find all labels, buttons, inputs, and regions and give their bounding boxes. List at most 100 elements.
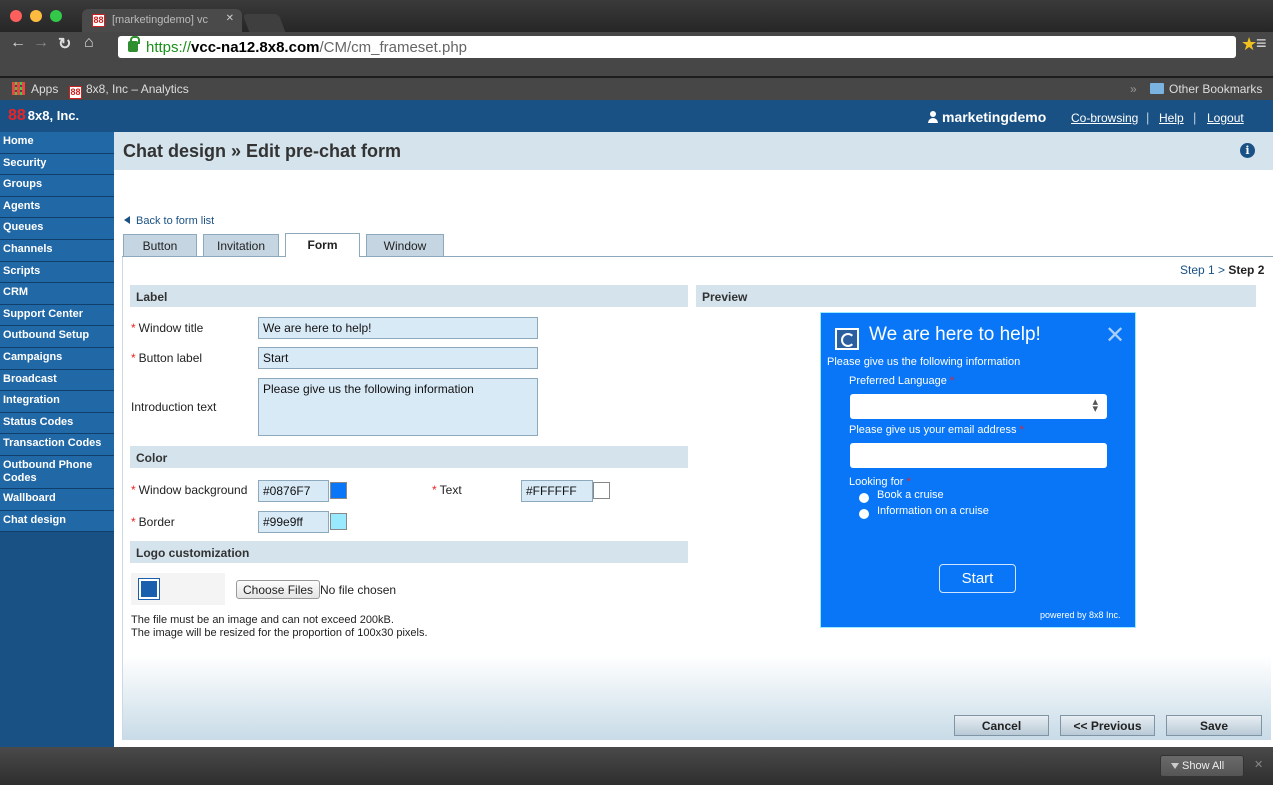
border-color-input[interactable]: #99e9ff — [258, 511, 329, 533]
text-color-swatch[interactable] — [593, 482, 610, 499]
sidebar-item-broadcast[interactable]: Broadcast — [0, 369, 114, 392]
radio-information-cruise — [859, 509, 869, 519]
bookmark-apps[interactable]: Apps — [12, 82, 58, 96]
select-arrows-icon: ▴ ▾ — [1092, 396, 1098, 415]
sidebar-item-outbound-setup[interactable]: Outbound Setup — [0, 326, 114, 348]
bookmark-star-icon[interactable]: ★ — [1241, 34, 1257, 55]
browser-titlebar: 88 [marketingdemo] vc ✕ — [0, 0, 1273, 32]
show-all-button[interactable]: Show All — [1160, 755, 1244, 777]
choose-files-button[interactable]: Choose Files — [236, 580, 321, 599]
radio-label-book-cruise: Book a cruise — [877, 489, 944, 501]
preferred-language-select: ▴ ▾ — [850, 394, 1107, 419]
reload-icon[interactable]: ↻ — [58, 34, 71, 54]
folder-icon — [1150, 83, 1164, 94]
address-bar[interactable]: https://vcc-na12.8x8.com/CM/cm_frameset.… — [118, 36, 1236, 58]
file-resize-note: The image will be resized for the propor… — [131, 627, 428, 639]
preview-title: We are here to help! — [869, 324, 1041, 345]
tab-button[interactable]: Button — [123, 234, 197, 256]
chat-logo-icon — [138, 578, 160, 600]
email-input — [850, 443, 1107, 468]
back-to-form-list-link[interactable]: Back to form list — [124, 215, 214, 227]
text-color-input[interactable]: #FFFFFF — [521, 480, 593, 502]
page-title: Chat design » Edit pre-chat form — [123, 141, 402, 161]
window-title-input[interactable]: We are here to help! — [258, 317, 538, 339]
close-downloads-icon[interactable]: ✕ — [1254, 758, 1263, 771]
tab-form[interactable]: Form — [285, 233, 360, 257]
border-label: * Border — [131, 515, 175, 529]
window-background-label: * Window background — [131, 483, 248, 497]
sidebar-item-wallboard[interactable]: Wallboard — [0, 488, 114, 511]
intro-text-textarea[interactable]: Please give us the following information — [258, 378, 538, 436]
info-icon[interactable]: i — [1240, 143, 1255, 158]
chat-form-preview: We are here to help! ✕ Please give us th… — [820, 312, 1136, 628]
sidebar-item-agents[interactable]: Agents — [0, 196, 114, 219]
logo-mark-icon: 88 — [8, 107, 26, 124]
close-icon: ✕ — [1105, 322, 1126, 349]
tab-window[interactable]: Window — [366, 234, 444, 256]
sidebar-item-support-center[interactable]: Support Center — [0, 304, 114, 327]
email-label: Please give us your email address * — [849, 424, 1024, 436]
sidebar-item-queues[interactable]: Queues — [0, 218, 114, 240]
step-indicator: Step 1 > Step 2 — [1180, 263, 1265, 277]
radio-book-cruise — [859, 493, 869, 503]
close-window-button[interactable] — [10, 10, 22, 22]
window-background-swatch[interactable] — [330, 482, 347, 499]
sidebar-item-security[interactable]: Security — [0, 153, 114, 176]
minimize-window-button[interactable] — [30, 10, 42, 22]
preview-start-button: Start — [939, 564, 1016, 593]
sidebar-item-integration[interactable]: Integration — [0, 391, 114, 413]
browser-tab[interactable]: 88 [marketingdemo] vc ✕ — [82, 9, 242, 32]
sidebar-item-outbound-phone-codes[interactable]: Outbound Phone Codes — [0, 455, 114, 489]
help-link[interactable]: Help — [1159, 111, 1184, 125]
header-separator: | — [1146, 110, 1150, 125]
maximize-window-button[interactable] — [50, 10, 62, 22]
url-scheme: https:// — [146, 39, 192, 56]
tab-close-icon[interactable]: ✕ — [226, 13, 234, 24]
download-icon — [1171, 763, 1179, 769]
sidebar-item-scripts[interactable]: Scripts — [0, 261, 114, 284]
sidebar-item-campaigns[interactable]: Campaigns — [0, 347, 114, 370]
back-arrow-icon[interactable]: ← — [10, 34, 26, 52]
cobrowsing-link[interactable]: Co-browsing — [1071, 111, 1138, 125]
new-tab-button[interactable] — [242, 14, 286, 32]
logo[interactable]: 88 8x8, Inc. — [8, 107, 79, 125]
previous-button[interactable]: << Previous — [1060, 715, 1155, 736]
cancel-button[interactable]: Cancel — [954, 715, 1049, 736]
tab-favicon-icon: 88 — [92, 14, 105, 27]
bookmark-analytics[interactable]: 88 8x8, Inc – Analytics — [69, 82, 189, 99]
bookmarks-overflow[interactable]: » — [1130, 82, 1137, 96]
lock-icon — [128, 36, 140, 52]
bookmarks-bar: Apps 88 8x8, Inc – Analytics » Other Book… — [0, 78, 1273, 100]
app-header: 88 8x8, Inc. marketingdemo Co-browsing | … — [0, 100, 1273, 132]
color-section-header: Color — [130, 446, 688, 468]
window-background-input[interactable]: #0876F7 — [258, 480, 329, 502]
bookmark-other[interactable]: Other Bookmarks — [1150, 82, 1262, 96]
downloads-bar: Show All ✕ — [0, 747, 1273, 785]
border-color-swatch[interactable] — [330, 513, 347, 530]
forward-arrow-icon[interactable]: → — [33, 34, 49, 52]
browser-toolbar: ← → ↻ ⌂ https://vcc-na12.8x8.com/CM/cm_f… — [0, 32, 1273, 76]
sidebar-item-transaction-codes[interactable]: Transaction Codes — [0, 434, 114, 456]
sidebar-item-chat-design[interactable]: Chat design — [0, 510, 114, 533]
save-button[interactable]: Save — [1166, 715, 1262, 736]
logout-link[interactable]: Logout — [1207, 111, 1244, 125]
sidebar-item-groups[interactable]: Groups — [0, 175, 114, 197]
looking-for-label: Looking for * — [849, 476, 911, 488]
tab-title: [marketingdemo] vc — [112, 14, 208, 26]
button-label-input[interactable]: Start — [258, 347, 538, 369]
tab-invitation[interactable]: Invitation — [203, 234, 279, 256]
button-label-label: * Button label — [131, 351, 203, 365]
chat-logo-icon — [835, 328, 859, 350]
sidebar-item-crm[interactable]: CRM — [0, 283, 114, 305]
header-separator: | — [1193, 110, 1197, 125]
page-title-bar: Chat design » Edit pre-chat form i — [114, 132, 1273, 170]
home-icon[interactable]: ⌂ — [84, 34, 94, 52]
intro-text-label: Introduction text — [131, 400, 217, 414]
user-icon — [928, 111, 938, 123]
menu-icon[interactable]: ≡ — [1256, 33, 1267, 54]
sidebar-item-home[interactable]: Home — [0, 132, 114, 154]
sidebar-item-status-codes[interactable]: Status Codes — [0, 412, 114, 435]
sidebar-item-channels[interactable]: Channels — [0, 239, 114, 262]
radio-label-information-cruise: Information on a cruise — [877, 505, 989, 517]
apps-grid-icon — [12, 82, 25, 95]
